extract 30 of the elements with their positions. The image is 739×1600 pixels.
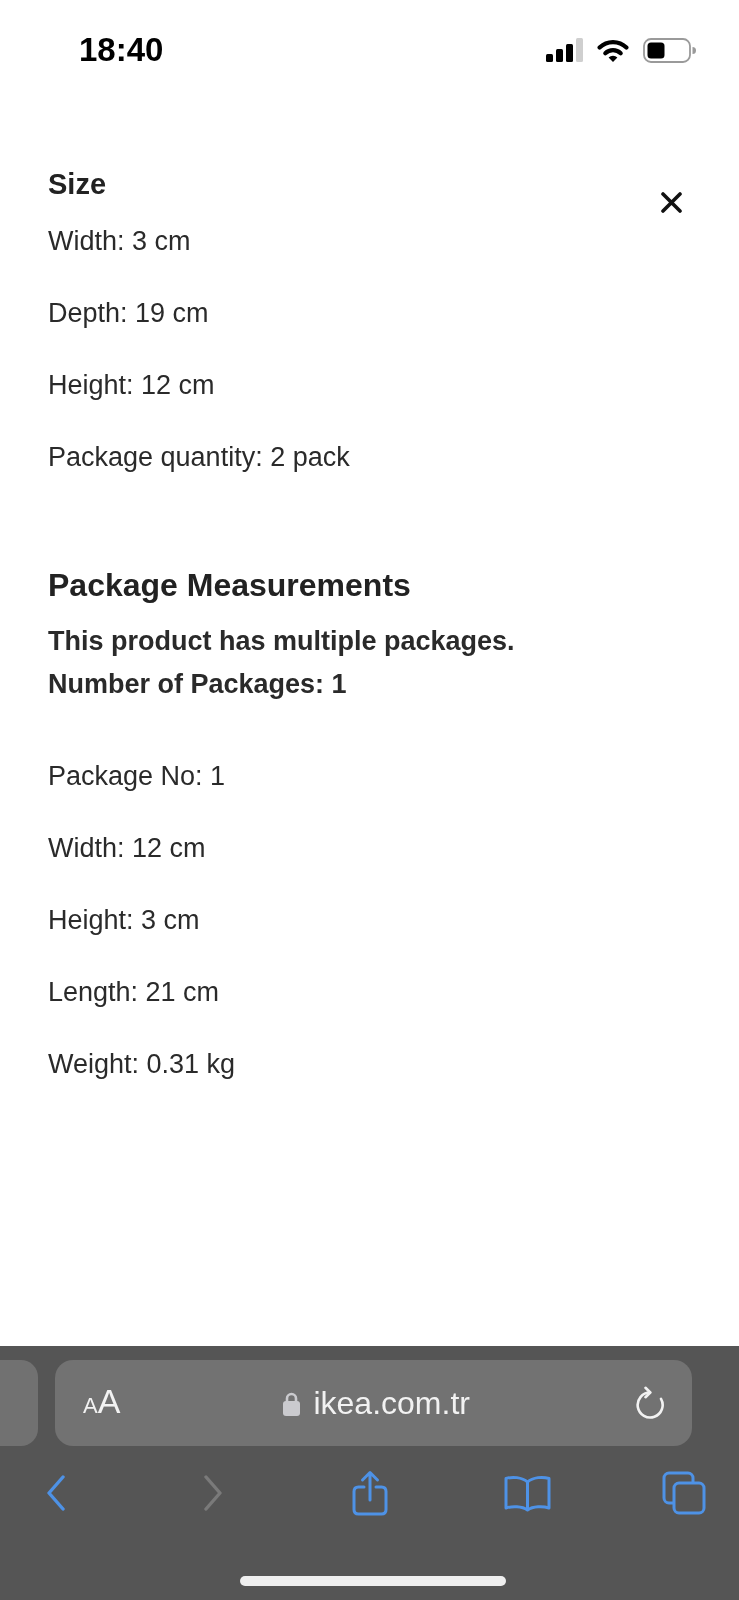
spec-text: Depth: 19 cm bbox=[48, 297, 209, 330]
url-text: ikea.com.tr bbox=[313, 1384, 470, 1422]
spec-text: Width: 12 cm bbox=[48, 832, 206, 865]
address-field[interactable]: AA ikea.com.tr bbox=[55, 1360, 692, 1446]
note-text: Number of Packages: 1 bbox=[48, 668, 347, 701]
spec-text: Package No: 1 bbox=[48, 760, 226, 793]
wifi-icon bbox=[597, 38, 629, 62]
spec-text: Package quantity: 2 pack bbox=[48, 441, 350, 474]
back-icon bbox=[46, 1475, 66, 1511]
section-title: Size bbox=[48, 167, 107, 201]
close-icon bbox=[661, 192, 682, 213]
two-squares-icon bbox=[662, 1471, 706, 1515]
spec-text: Height: 3 cm bbox=[48, 904, 200, 937]
spec-text: Width: 3 cm bbox=[48, 225, 191, 258]
spec-text: Weight: 0.31 kg bbox=[48, 1048, 236, 1081]
note-text: This product has multiple packages. bbox=[48, 625, 515, 658]
text-size-button[interactable]: AA bbox=[83, 1382, 121, 1424]
status-time: 18:40 bbox=[79, 31, 164, 69]
reload-icon bbox=[635, 1386, 665, 1420]
signal-icon bbox=[546, 38, 583, 62]
spec-text: Height: 12 cm bbox=[48, 369, 215, 402]
spec-text: Length: 21 cm bbox=[48, 976, 220, 1009]
reload-button[interactable] bbox=[635, 1386, 665, 1420]
forward-icon bbox=[203, 1475, 223, 1511]
open-book-icon bbox=[503, 1474, 551, 1512]
tab-preview[interactable] bbox=[0, 1360, 38, 1446]
section-title: Package Measurements bbox=[48, 566, 411, 604]
battery-icon bbox=[643, 37, 696, 63]
close-button[interactable] bbox=[661, 192, 682, 213]
share-icon bbox=[352, 1470, 388, 1516]
